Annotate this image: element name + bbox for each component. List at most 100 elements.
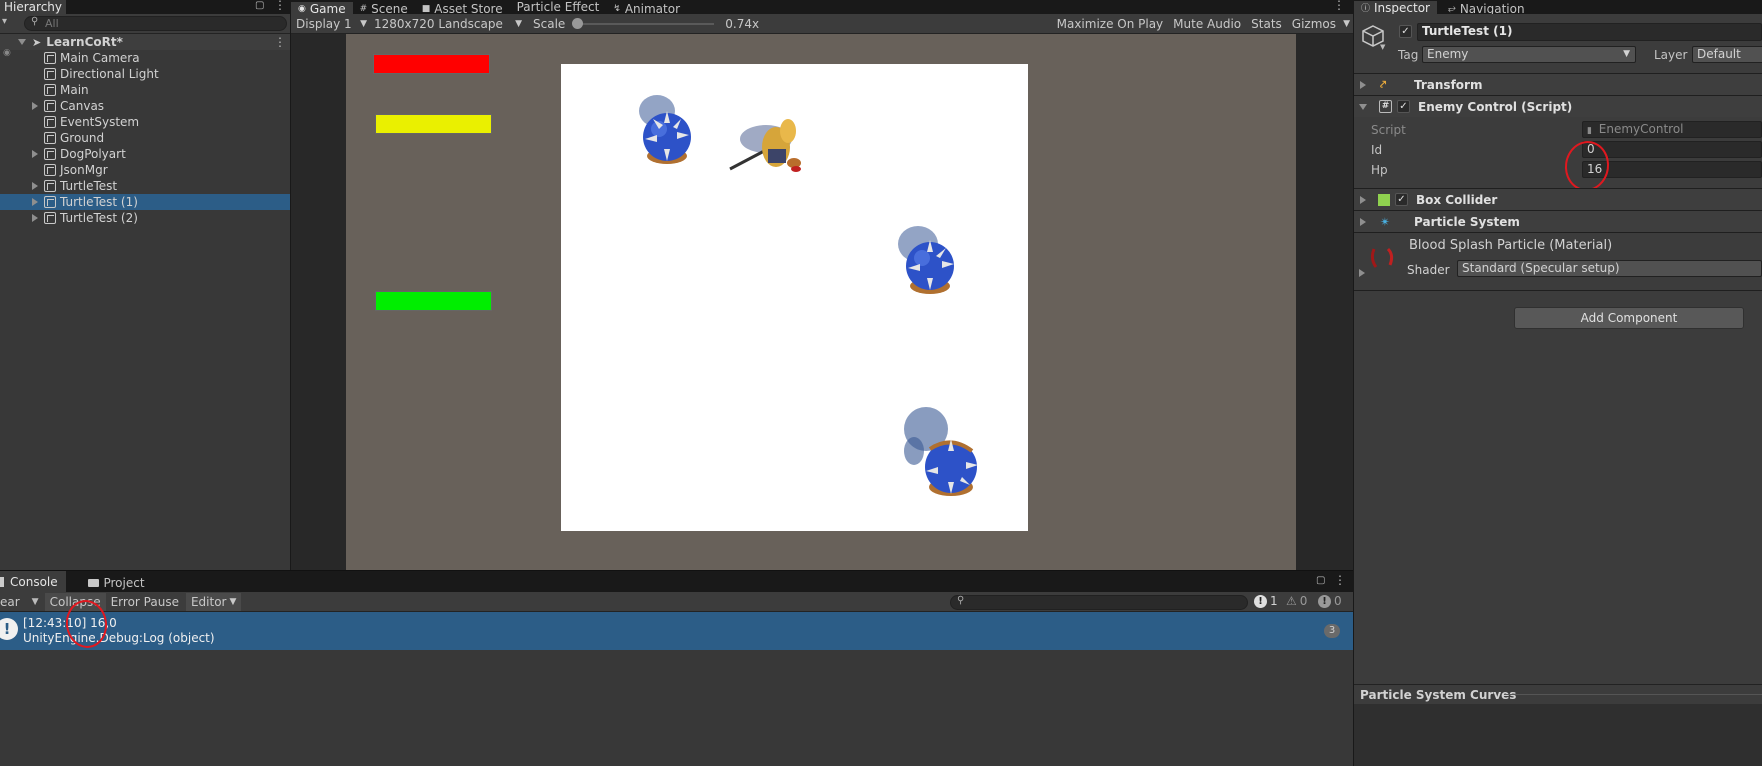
shader-dropdown[interactable]: Standard (Specular setup) — [1457, 260, 1762, 277]
create-dropdown-icon[interactable]: ▾ — [2, 16, 7, 27]
hierarchy-item-label: TurtleTest (2) — [60, 211, 138, 225]
stats-label: Stats — [1251, 16, 1282, 31]
object-name-field[interactable]: TurtleTest (1) — [1417, 23, 1762, 41]
error-count-toggle[interactable]: ! 1 — [1254, 594, 1278, 608]
more-menu-icon[interactable]: ⋮ — [274, 0, 286, 12]
enemy-control-component-header[interactable]: # ✓ Enemy Control (Script) — [1354, 95, 1762, 117]
clear-dropdown-icon[interactable]: ▼ — [32, 597, 39, 607]
hierarchy-item[interactable]: Canvas — [0, 98, 291, 114]
enemy-control-label: Enemy Control (Script) — [1418, 99, 1573, 114]
hp-label: Hp — [1371, 163, 1388, 177]
transform-component-header[interactable]: ⤤ Transform — [1354, 73, 1762, 95]
hierarchy-item[interactable]: Directional Light — [0, 66, 291, 82]
more-menu-icon[interactable]: ⋮ — [1334, 573, 1346, 587]
curves-panel-header: Particle System Curves — [1354, 684, 1762, 704]
tab-hierarchy[interactable]: Hierarchy — [0, 0, 67, 14]
lock-icon[interactable]: ▢ — [1316, 575, 1325, 586]
id-field[interactable]: 0 — [1582, 141, 1762, 158]
lock-icon[interactable]: ▢ — [255, 0, 264, 11]
editor-label: Editor — [190, 594, 227, 609]
center-more-icon[interactable]: ⋮ — [1333, 0, 1345, 12]
active-checkbox[interactable]: ✓ — [1399, 25, 1412, 38]
hierarchy-item-label: DogPolyart — [60, 147, 126, 161]
hierarchy-item[interactable]: Main — [0, 82, 291, 98]
message-count-toggle[interactable]: ! 0 — [1318, 594, 1342, 608]
tab-project[interactable]: Project — [81, 572, 151, 594]
maximize-on-play-button[interactable]: Maximize On Play — [1052, 14, 1169, 33]
box-collider-component-header[interactable]: ✓ Box Collider — [1354, 188, 1762, 210]
expand-arrow-icon[interactable] — [32, 150, 38, 158]
mute-audio-button[interactable]: Mute Audio — [1168, 14, 1246, 33]
dropdown-arrow-icon: ▼ — [515, 18, 522, 29]
store-icon: ■ — [421, 4, 431, 14]
layer-label: Layer — [1654, 48, 1688, 62]
maximize-label: Maximize On Play — [1056, 16, 1164, 31]
editor-dropdown[interactable]: Editor ▼ — [185, 592, 242, 611]
hierarchy-search-input[interactable]: ⚲ All — [24, 16, 287, 31]
hierarchy-item[interactable]: Ground — [0, 130, 291, 146]
gameobject-icon — [44, 196, 56, 208]
console-toolbar: ear ▼ Collapse Error Pause Editor ▼ ⚲ ! … — [0, 592, 1354, 612]
hierarchy-item-label: Main — [60, 83, 89, 97]
scale-slider-handle[interactable] — [572, 17, 584, 29]
warning-count-toggle[interactable]: ⚠ 0 — [1286, 594, 1307, 608]
add-component-label: Add Component — [1580, 311, 1678, 325]
log-info-icon: ! — [0, 618, 18, 640]
expand-arrow-icon[interactable] — [32, 102, 38, 110]
tag-dropdown[interactable]: Enemy ▼ — [1422, 46, 1636, 63]
mute-label: Mute Audio — [1173, 16, 1242, 31]
tab-console[interactable]: Console — [0, 571, 66, 593]
hierarchy-item[interactable]: TurtleTest (1) — [0, 194, 291, 210]
log-entry[interactable]: ! [12:43:10] 16,0 UnityEngine.Debug:Log … — [0, 612, 1354, 650]
gameobject-icon — [44, 164, 56, 176]
expand-arrow-icon[interactable] — [18, 39, 26, 45]
gizmos-label: Gizmos — [1291, 16, 1336, 31]
hierarchy-item[interactable]: TurtleTest (2) — [0, 210, 291, 226]
layer-dropdown[interactable]: Default — [1692, 46, 1762, 63]
resolution-dropdown[interactable]: 1280x720 Landscape ▼ — [369, 14, 526, 33]
expand-arrow-icon[interactable] — [1360, 217, 1366, 226]
display-dropdown[interactable]: Display 1 ▼ — [291, 14, 369, 33]
game-canvas[interactable] — [346, 34, 1296, 570]
expand-arrow-icon[interactable] — [1359, 103, 1367, 110]
clear-button[interactable]: ear — [0, 592, 22, 611]
icon-dropdown-icon[interactable]: ▼ — [1380, 43, 1385, 51]
console-search-input[interactable]: ⚲ — [950, 595, 1248, 610]
clear-label: ear — [0, 594, 20, 609]
hierarchy-item[interactable]: EventSystem — [0, 114, 291, 130]
hierarchy-item-label: Ground — [60, 131, 105, 145]
material-expand-arrow-icon[interactable] — [1359, 269, 1365, 277]
expand-arrow-icon[interactable] — [1360, 80, 1366, 89]
scene-root-row[interactable]: ➤ LearnCoRt* ⋮ — [0, 34, 291, 50]
hierarchy-item[interactable]: JsonMgr — [0, 162, 291, 178]
expand-arrow-icon[interactable] — [1360, 195, 1366, 204]
scale-slider[interactable] — [570, 14, 720, 34]
center-tabbar: ◉ Game # Scene ■ Asset Store Particle Effect ↯ A… — [291, 0, 1354, 16]
info-icon: ⓘ — [1361, 4, 1371, 14]
hierarchy-item[interactable]: TurtleTest — [0, 178, 291, 194]
console-tab-label: Console — [10, 575, 58, 589]
error-pause-button[interactable]: Error Pause — [106, 592, 184, 611]
scene-menu-icon[interactable]: ⋮ — [274, 35, 286, 49]
stats-button[interactable]: Stats — [1246, 14, 1287, 33]
gizmos-dropdown[interactable]: Gizmos ▼ — [1287, 14, 1354, 33]
particle-system-component-header[interactable]: ✴ Particle System — [1354, 210, 1762, 232]
hierarchy-item[interactable]: Main Camera — [0, 50, 291, 66]
gameobject-icon — [44, 212, 56, 224]
inspector-tabbar: ⓘ Inspector ⥂ Navigation — [1354, 0, 1762, 16]
game-icon: ◉ — [298, 4, 306, 14]
add-component-button[interactable]: Add Component — [1514, 307, 1744, 329]
gameobject-icon — [44, 84, 56, 96]
gameobject-icon — [44, 100, 56, 112]
tab-particle-effect[interactable]: Particle Effect — [510, 0, 607, 14]
hierarchy-item-label: Main Camera — [60, 51, 140, 65]
enemy-control-enabled-checkbox[interactable]: ✓ — [1397, 100, 1410, 113]
unity-scene-icon: ➤ — [32, 35, 42, 49]
box-collider-enabled-checkbox[interactable]: ✓ — [1395, 193, 1408, 206]
hierarchy-item[interactable]: DogPolyart — [0, 146, 291, 162]
scale-value-text: 0.74x — [725, 16, 760, 31]
tab-inspector[interactable]: ⓘ Inspector — [1354, 0, 1437, 15]
expand-arrow-icon[interactable] — [32, 182, 38, 190]
expand-arrow-icon[interactable] — [32, 214, 38, 222]
expand-arrow-icon[interactable] — [32, 198, 38, 206]
